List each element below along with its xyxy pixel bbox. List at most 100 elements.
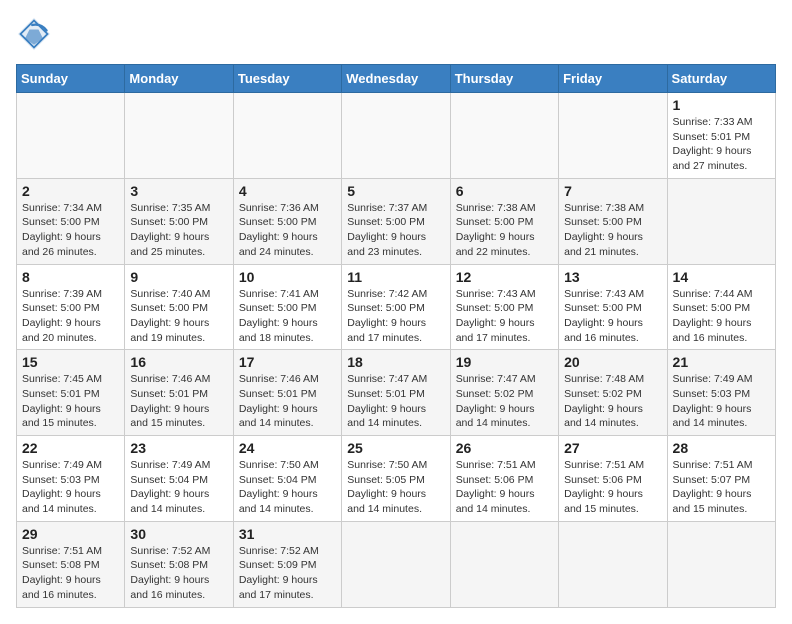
calendar-cell: 3 Sunrise: 7:35 AMSunset: 5:00 PMDayligh… (125, 178, 233, 264)
calendar-week-row: 22 Sunrise: 7:49 AMSunset: 5:03 PMDaylig… (17, 436, 776, 522)
logo-icon (16, 16, 52, 52)
calendar-cell: 1 Sunrise: 7:33 AMSunset: 5:01 PMDayligh… (667, 93, 775, 179)
day-number: 30 (130, 526, 227, 542)
day-info: Sunrise: 7:46 AMSunset: 5:01 PMDaylight:… (130, 373, 210, 429)
day-number: 5 (347, 183, 444, 199)
calendar-cell: 24 Sunrise: 7:50 AMSunset: 5:04 PMDaylig… (233, 436, 341, 522)
calendar-cell: 12 Sunrise: 7:43 AMSunset: 5:00 PMDaylig… (450, 264, 558, 350)
page-header (16, 16, 776, 52)
calendar-cell: 25 Sunrise: 7:50 AMSunset: 5:05 PMDaylig… (342, 436, 450, 522)
day-info: Sunrise: 7:36 AMSunset: 5:00 PMDaylight:… (239, 202, 319, 258)
day-number: 29 (22, 526, 119, 542)
calendar-table: SundayMondayTuesdayWednesdayThursdayFrid… (16, 64, 776, 608)
day-number: 14 (673, 269, 770, 285)
calendar-header-row: SundayMondayTuesdayWednesdayThursdayFrid… (17, 65, 776, 93)
day-info: Sunrise: 7:47 AMSunset: 5:01 PMDaylight:… (347, 373, 427, 429)
day-number: 23 (130, 440, 227, 456)
calendar-week-row: 8 Sunrise: 7:39 AMSunset: 5:00 PMDayligh… (17, 264, 776, 350)
day-info: Sunrise: 7:45 AMSunset: 5:01 PMDaylight:… (22, 373, 102, 429)
calendar-cell (559, 521, 667, 607)
day-info: Sunrise: 7:51 AMSunset: 5:06 PMDaylight:… (456, 459, 536, 515)
calendar-cell: 21 Sunrise: 7:49 AMSunset: 5:03 PMDaylig… (667, 350, 775, 436)
calendar-cell: 22 Sunrise: 7:49 AMSunset: 5:03 PMDaylig… (17, 436, 125, 522)
day-info: Sunrise: 7:44 AMSunset: 5:00 PMDaylight:… (673, 288, 753, 344)
logo (16, 16, 58, 52)
day-info: Sunrise: 7:51 AMSunset: 5:07 PMDaylight:… (673, 459, 753, 515)
calendar-week-row: 29 Sunrise: 7:51 AMSunset: 5:08 PMDaylig… (17, 521, 776, 607)
day-info: Sunrise: 7:51 AMSunset: 5:06 PMDaylight:… (564, 459, 644, 515)
day-number: 17 (239, 354, 336, 370)
day-number: 26 (456, 440, 553, 456)
day-header-monday: Monday (125, 65, 233, 93)
calendar-cell: 10 Sunrise: 7:41 AMSunset: 5:00 PMDaylig… (233, 264, 341, 350)
day-number: 24 (239, 440, 336, 456)
day-number: 8 (22, 269, 119, 285)
day-header-wednesday: Wednesday (342, 65, 450, 93)
calendar-cell: 27 Sunrise: 7:51 AMSunset: 5:06 PMDaylig… (559, 436, 667, 522)
day-number: 20 (564, 354, 661, 370)
day-info: Sunrise: 7:49 AMSunset: 5:04 PMDaylight:… (130, 459, 210, 515)
day-info: Sunrise: 7:46 AMSunset: 5:01 PMDaylight:… (239, 373, 319, 429)
day-info: Sunrise: 7:42 AMSunset: 5:00 PMDaylight:… (347, 288, 427, 344)
calendar-cell: 9 Sunrise: 7:40 AMSunset: 5:00 PMDayligh… (125, 264, 233, 350)
day-number: 19 (456, 354, 553, 370)
calendar-week-row: 2 Sunrise: 7:34 AMSunset: 5:00 PMDayligh… (17, 178, 776, 264)
calendar-cell: 8 Sunrise: 7:39 AMSunset: 5:00 PMDayligh… (17, 264, 125, 350)
day-info: Sunrise: 7:40 AMSunset: 5:00 PMDaylight:… (130, 288, 210, 344)
day-info: Sunrise: 7:43 AMSunset: 5:00 PMDaylight:… (564, 288, 644, 344)
day-info: Sunrise: 7:50 AMSunset: 5:05 PMDaylight:… (347, 459, 427, 515)
day-info: Sunrise: 7:37 AMSunset: 5:00 PMDaylight:… (347, 202, 427, 258)
day-number: 28 (673, 440, 770, 456)
day-info: Sunrise: 7:51 AMSunset: 5:08 PMDaylight:… (22, 545, 102, 601)
calendar-cell (559, 93, 667, 179)
calendar-cell (450, 521, 558, 607)
calendar-cell: 30 Sunrise: 7:52 AMSunset: 5:08 PMDaylig… (125, 521, 233, 607)
day-header-friday: Friday (559, 65, 667, 93)
day-number: 12 (456, 269, 553, 285)
day-info: Sunrise: 7:39 AMSunset: 5:00 PMDaylight:… (22, 288, 102, 344)
day-info: Sunrise: 7:52 AMSunset: 5:09 PMDaylight:… (239, 545, 319, 601)
day-header-tuesday: Tuesday (233, 65, 341, 93)
day-header-saturday: Saturday (667, 65, 775, 93)
day-number: 11 (347, 269, 444, 285)
calendar-cell: 11 Sunrise: 7:42 AMSunset: 5:00 PMDaylig… (342, 264, 450, 350)
calendar-cell: 15 Sunrise: 7:45 AMSunset: 5:01 PMDaylig… (17, 350, 125, 436)
day-number: 15 (22, 354, 119, 370)
day-number: 4 (239, 183, 336, 199)
day-number: 21 (673, 354, 770, 370)
day-info: Sunrise: 7:49 AMSunset: 5:03 PMDaylight:… (22, 459, 102, 515)
day-info: Sunrise: 7:38 AMSunset: 5:00 PMDaylight:… (564, 202, 644, 258)
calendar-cell: 5 Sunrise: 7:37 AMSunset: 5:00 PMDayligh… (342, 178, 450, 264)
calendar-cell (233, 93, 341, 179)
day-header-sunday: Sunday (17, 65, 125, 93)
calendar-cell: 31 Sunrise: 7:52 AMSunset: 5:09 PMDaylig… (233, 521, 341, 607)
calendar-cell: 14 Sunrise: 7:44 AMSunset: 5:00 PMDaylig… (667, 264, 775, 350)
calendar-cell (17, 93, 125, 179)
day-number: 2 (22, 183, 119, 199)
day-info: Sunrise: 7:38 AMSunset: 5:00 PMDaylight:… (456, 202, 536, 258)
calendar-cell (667, 521, 775, 607)
calendar-cell: 23 Sunrise: 7:49 AMSunset: 5:04 PMDaylig… (125, 436, 233, 522)
day-number: 3 (130, 183, 227, 199)
calendar-cell: 7 Sunrise: 7:38 AMSunset: 5:00 PMDayligh… (559, 178, 667, 264)
day-info: Sunrise: 7:49 AMSunset: 5:03 PMDaylight:… (673, 373, 753, 429)
calendar-cell: 13 Sunrise: 7:43 AMSunset: 5:00 PMDaylig… (559, 264, 667, 350)
day-number: 25 (347, 440, 444, 456)
calendar-cell: 17 Sunrise: 7:46 AMSunset: 5:01 PMDaylig… (233, 350, 341, 436)
day-info: Sunrise: 7:52 AMSunset: 5:08 PMDaylight:… (130, 545, 210, 601)
calendar-cell (125, 93, 233, 179)
calendar-week-row: 15 Sunrise: 7:45 AMSunset: 5:01 PMDaylig… (17, 350, 776, 436)
day-info: Sunrise: 7:47 AMSunset: 5:02 PMDaylight:… (456, 373, 536, 429)
calendar-cell (450, 93, 558, 179)
calendar-cell: 20 Sunrise: 7:48 AMSunset: 5:02 PMDaylig… (559, 350, 667, 436)
day-number: 6 (456, 183, 553, 199)
day-number: 10 (239, 269, 336, 285)
day-number: 1 (673, 97, 770, 113)
calendar-week-row: 1 Sunrise: 7:33 AMSunset: 5:01 PMDayligh… (17, 93, 776, 179)
day-info: Sunrise: 7:35 AMSunset: 5:00 PMDaylight:… (130, 202, 210, 258)
calendar-cell (342, 93, 450, 179)
calendar-cell (342, 521, 450, 607)
calendar-cell: 6 Sunrise: 7:38 AMSunset: 5:00 PMDayligh… (450, 178, 558, 264)
calendar-cell: 28 Sunrise: 7:51 AMSunset: 5:07 PMDaylig… (667, 436, 775, 522)
day-number: 13 (564, 269, 661, 285)
